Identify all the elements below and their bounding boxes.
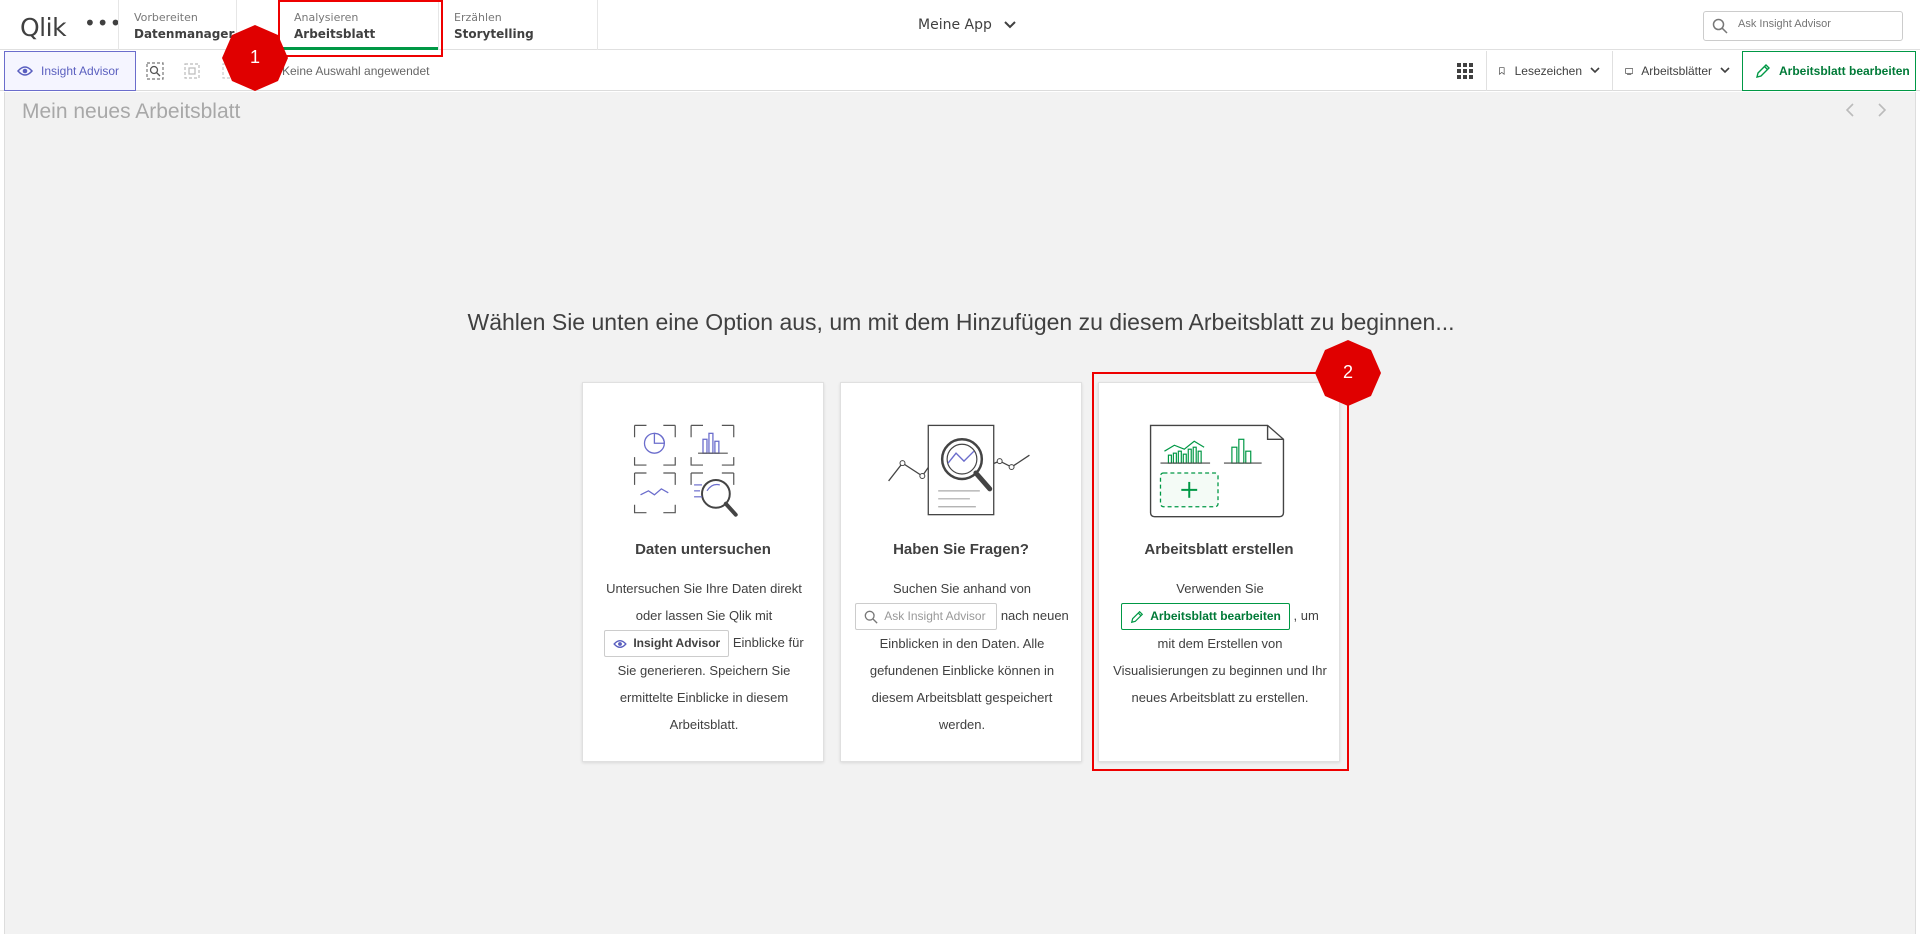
explore-data-illustration bbox=[633, 424, 738, 517]
inline-insight-advisor-button[interactable]: Insight Advisor bbox=[604, 630, 730, 658]
tab-prepare[interactable]: Vorbereiten Datenmanager bbox=[118, 0, 236, 50]
step-badge-2: 2 bbox=[1313, 338, 1383, 408]
tab-narrate-small-label: Erzählen bbox=[454, 11, 502, 24]
ask-insight-advisor-search[interactable] bbox=[1703, 11, 1903, 41]
tab-narrate-label: Storytelling bbox=[454, 27, 534, 41]
sheet-title: Mein neues Arbeitsblatt bbox=[22, 100, 241, 123]
card-ask-questions-text-before: Suchen Sie anhand von bbox=[892, 581, 1032, 596]
eye-icon bbox=[17, 66, 33, 76]
bookmarks-button[interactable]: Lesezeichen bbox=[1486, 51, 1612, 91]
inline-insight-advisor-label: Insight Advisor bbox=[633, 636, 721, 651]
sheets-button[interactable]: Arbeitsblätter bbox=[1612, 51, 1742, 91]
sheet-canvas: Mein neues Arbeitsblatt Wählen Sie unten… bbox=[4, 92, 1916, 934]
step-back-icon[interactable] bbox=[182, 61, 202, 81]
step-badge-1: 1 bbox=[220, 23, 290, 93]
card-ask-questions-text: Suchen Sie anhand von Ask Insight Adviso… bbox=[855, 575, 1069, 738]
bookmarks-label: Lesezeichen bbox=[1514, 64, 1582, 78]
app-name: Meine App bbox=[918, 17, 992, 33]
inline-ask-insight-advisor-label: Ask Insight Advisor bbox=[884, 609, 986, 624]
insight-advisor-label: Insight Advisor bbox=[41, 64, 120, 78]
highlight-create-sheet-card bbox=[1092, 372, 1349, 771]
smart-search-icon[interactable] bbox=[145, 61, 165, 81]
edit-sheet-label: Arbeitsblatt bearbeiten bbox=[1779, 64, 1910, 78]
chevron-down-icon bbox=[1004, 18, 1017, 32]
card-ask-questions-title: Haben Sie Fragen? bbox=[893, 541, 1029, 558]
step-badge-2-number: 2 bbox=[1342, 362, 1353, 382]
highlight-analyze-tab bbox=[278, 0, 443, 57]
inline-ask-insight-advisor-search[interactable]: Ask Insight Advisor bbox=[855, 603, 998, 631]
step-badge-1-number: 1 bbox=[249, 47, 260, 67]
card-ask-questions[interactable]: Haben Sie Fragen? Suchen Sie anhand von … bbox=[840, 382, 1082, 762]
app-name-dropdown[interactable]: Meine App bbox=[918, 17, 1017, 33]
tab-prepare-small-label: Vorbereiten bbox=[134, 11, 198, 24]
ask-questions-illustration bbox=[888, 424, 1030, 516]
chevron-down-icon bbox=[1720, 66, 1730, 77]
insight-advisor-button[interactable]: Insight Advisor bbox=[4, 51, 136, 91]
previous-sheet-icon[interactable] bbox=[1845, 102, 1855, 121]
edit-sheet-button[interactable]: Arbeitsblatt bearbeiten bbox=[1742, 51, 1916, 91]
grid-view-icon[interactable] bbox=[1455, 61, 1475, 81]
pencil-icon bbox=[1756, 64, 1770, 78]
tab-prepare-label: Datenmanager bbox=[134, 27, 235, 41]
next-sheet-icon[interactable] bbox=[1877, 102, 1887, 121]
card-explore-data-title: Daten untersuchen bbox=[635, 541, 771, 558]
eye-icon bbox=[613, 639, 628, 648]
sheets-label: Arbeitsblätter bbox=[1641, 64, 1712, 78]
qlik-logo[interactable]: Qlik bbox=[20, 13, 67, 42]
search-input[interactable] bbox=[1738, 18, 1898, 30]
card-explore-data-text-before: Untersuchen Sie Ihre Daten direkt oder l… bbox=[606, 581, 802, 623]
bookmark-icon bbox=[1499, 67, 1505, 75]
chevron-down-icon bbox=[1590, 66, 1600, 77]
more-options-icon[interactable]: ••• bbox=[84, 11, 122, 35]
empty-sheet-prompt: Wählen Sie unten eine Option aus, um mit… bbox=[467, 309, 1455, 335]
sheet-icon bbox=[1625, 67, 1634, 75]
card-explore-data-text: Untersuchen Sie Ihre Daten direkt oder l… bbox=[597, 575, 811, 738]
tab-narrate[interactable]: Erzählen Storytelling bbox=[438, 0, 598, 50]
no-selection-text: Keine Auswahl angewendet bbox=[282, 64, 430, 78]
search-icon bbox=[864, 610, 878, 624]
search-icon bbox=[1712, 18, 1728, 34]
card-explore-data[interactable]: Daten untersuchen Untersuchen Sie Ihre D… bbox=[582, 382, 824, 762]
